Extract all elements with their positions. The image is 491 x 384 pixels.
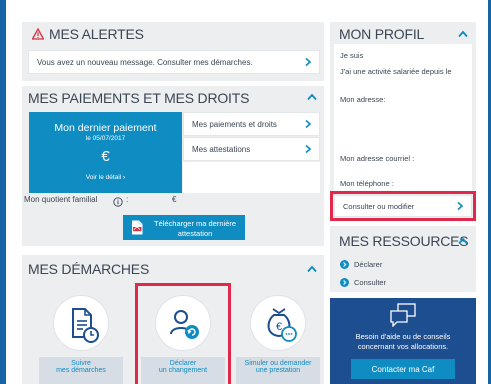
chat-bubbles-icon bbox=[389, 303, 417, 328]
download-line-2: attestation bbox=[177, 229, 213, 238]
chevron-up-icon[interactable] bbox=[307, 265, 317, 273]
procedure-line-1: Suivre bbox=[71, 360, 91, 367]
payments-title: MES PAIEMENTS ET MES DROITS bbox=[28, 90, 250, 106]
payment-detail-link[interactable]: Voir le détail › bbox=[29, 174, 182, 181]
alerts-title: MES ALERTES bbox=[49, 26, 144, 42]
info-icon[interactable] bbox=[113, 194, 123, 207]
procedure-line-2: mes démarches bbox=[56, 367, 106, 374]
last-payment-date: le 05/07/2017 bbox=[85, 135, 126, 142]
payments-rights-label: Mes paiements et droits bbox=[192, 119, 277, 129]
procedure-line-2: une prestation bbox=[255, 367, 301, 374]
chevron-right-icon bbox=[305, 57, 311, 67]
download-certificate-button[interactable]: Télécharger ma dernière attestation bbox=[123, 215, 245, 240]
quotient-value: € bbox=[172, 195, 177, 204]
profile-address-label: Mon adresse: bbox=[340, 95, 386, 104]
highlight-frame-profile-edit bbox=[330, 191, 476, 221]
resources-declare-link[interactable]: Déclarer bbox=[340, 258, 382, 270]
last-payment-card: Mon dernier paiement le 05/07/2017 € Voi… bbox=[29, 112, 182, 193]
highlight-frame-declare-change bbox=[135, 283, 231, 384]
circle-arrow-icon bbox=[340, 259, 349, 269]
payments-row-filler bbox=[183, 162, 320, 193]
contact-caf-button[interactable]: Contacter ma Caf bbox=[351, 359, 455, 379]
svg-text:€: € bbox=[276, 321, 282, 333]
certificates-link[interactable]: Mes attestations bbox=[183, 137, 320, 161]
procedure-label-bg: Suivre mes démarches bbox=[39, 357, 123, 384]
procedure-tile-simulate[interactable]: € Simuler ou demander une prestation bbox=[236, 290, 320, 384]
profile-activity: J'ai une activité salariée depuis le bbox=[340, 67, 452, 76]
last-payment-amount: € bbox=[101, 148, 110, 165]
quotient-label: Mon quotient familial bbox=[24, 195, 98, 204]
certificates-label: Mes attestations bbox=[192, 144, 251, 154]
resources-declare-label: Déclarer bbox=[354, 259, 383, 269]
money-bag-chat-icon: € bbox=[250, 295, 306, 351]
procedure-tile-track[interactable]: Suivre mes démarches bbox=[39, 290, 123, 384]
help-line-1: Besoin d'aide ou de conseils bbox=[355, 332, 451, 341]
warning-icon bbox=[31, 27, 45, 40]
procedure-line-1: Simuler ou demander bbox=[244, 360, 312, 367]
payments-rights-link[interactable]: Mes paiements et droits bbox=[183, 112, 320, 136]
pdf-icon bbox=[131, 220, 143, 235]
last-payment-title: Mon dernier paiement bbox=[54, 122, 157, 134]
procedure-label-bg: Simuler ou demander une prestation bbox=[236, 357, 320, 384]
download-line-1: Télécharger ma dernière bbox=[153, 219, 237, 228]
procedures-title: MES DÉMARCHES bbox=[28, 261, 150, 277]
resources-title: MES RESSOURCES bbox=[339, 233, 469, 249]
help-box: Besoin d'aide ou de conseils concernant … bbox=[330, 298, 476, 384]
help-line-2: concernant vos allocations. bbox=[357, 342, 449, 351]
document-clock-icon bbox=[53, 295, 109, 351]
profile-phone-label: Mon téléphone : bbox=[340, 179, 394, 188]
alert-message-row[interactable]: Vous avez un nouveau message. Consulter … bbox=[28, 50, 320, 74]
payment-detail-label: Voir le détail bbox=[85, 174, 122, 181]
profile-status: Je suis bbox=[340, 51, 364, 60]
chevron-up-icon[interactable] bbox=[458, 30, 468, 38]
profile-title: MON PROFIL bbox=[339, 26, 425, 42]
chevron-right-icon bbox=[305, 119, 311, 129]
chevron-right-icon: › bbox=[123, 174, 126, 181]
chevron-right-icon bbox=[305, 144, 311, 154]
profile-email-label: Mon adresse courriel : bbox=[340, 154, 415, 163]
chevron-up-icon[interactable] bbox=[307, 93, 317, 101]
alert-message-text: Vous avez un nouveau message. Consulter … bbox=[37, 57, 253, 67]
circle-arrow-icon bbox=[340, 277, 349, 287]
resources-consult-label: Consulter bbox=[354, 277, 387, 287]
contact-caf-label: Contacter ma Caf bbox=[371, 364, 435, 374]
dashboard-page: MES ALERTES Vous avez un nouveau message… bbox=[6, 0, 488, 384]
chevron-up-icon[interactable] bbox=[458, 237, 468, 245]
quotient-colon: : bbox=[126, 195, 129, 204]
resources-consult-link[interactable]: Consulter bbox=[340, 276, 386, 288]
